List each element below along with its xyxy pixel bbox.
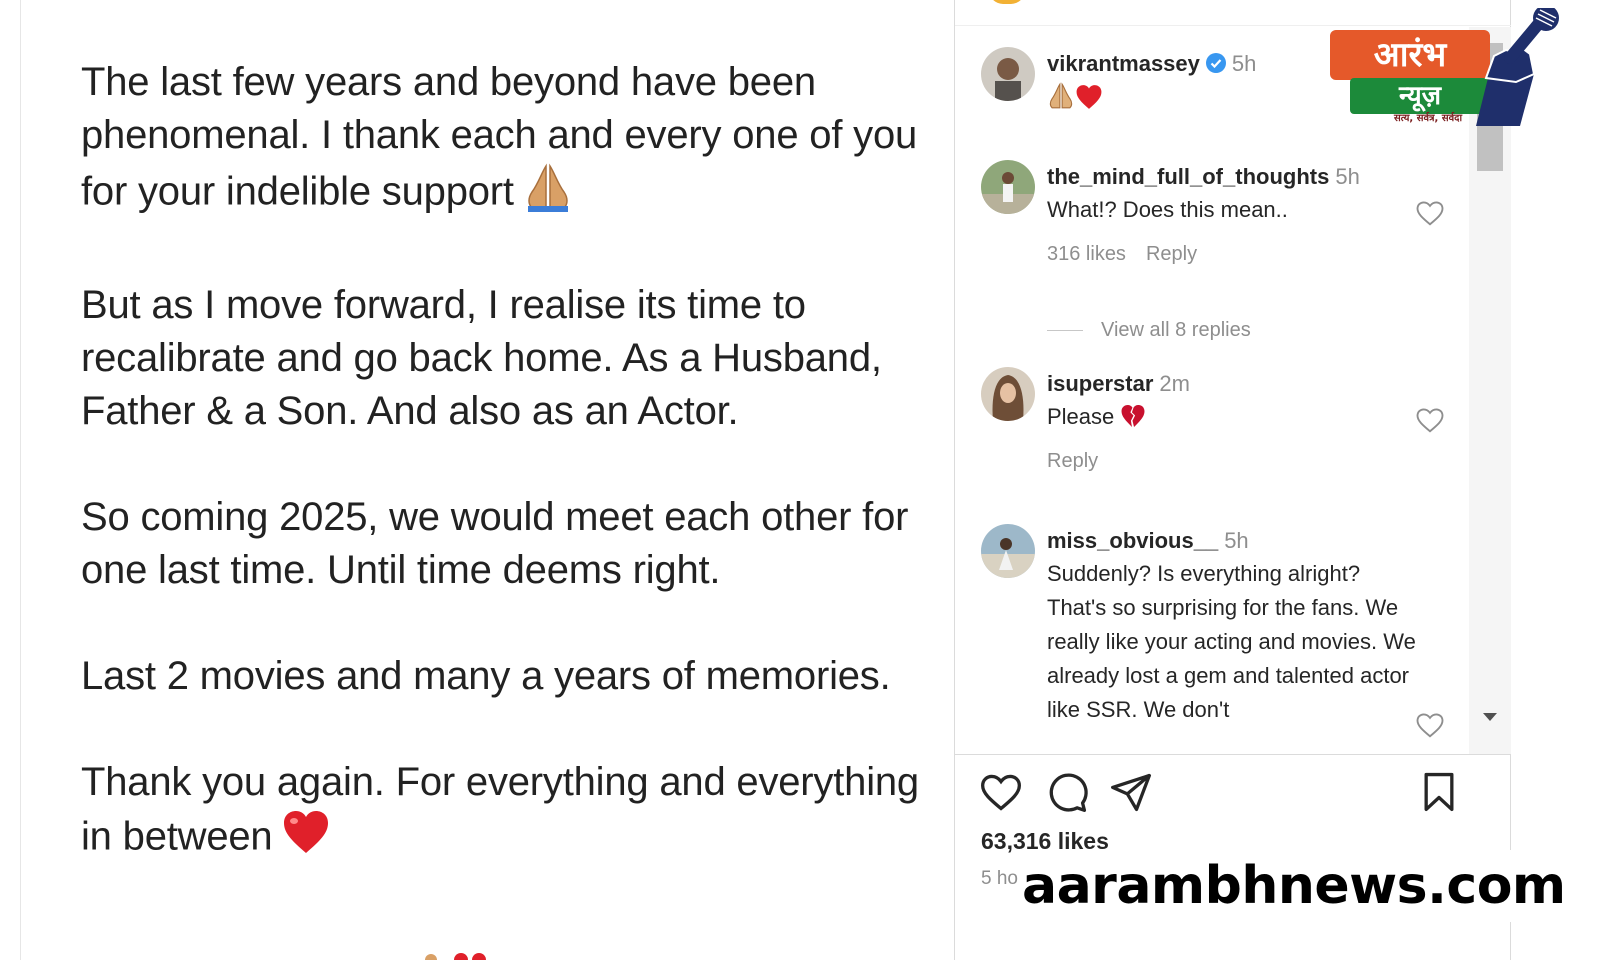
post-caption-text: The last few years and beyond have been … [81, 56, 941, 869]
avatar[interactable] [981, 47, 1035, 101]
reply-button[interactable]: Reply [1047, 450, 1098, 472]
like-heart-icon[interactable] [979, 770, 1023, 814]
bookmark-icon[interactable] [1417, 770, 1461, 814]
folded-hands-icon [1047, 82, 1075, 115]
comment-username[interactable]: miss_obvious__ [1047, 528, 1218, 553]
comment-body: isuperstar 2m Please Reply [1047, 367, 1447, 478]
post-image: The last few years and beyond have been … [20, 0, 955, 960]
aarambh-news-logo: आरंभ न्यूज़ सत्य, सर्वत्र, सर्वदा [1328, 8, 1560, 126]
action-bar [955, 760, 1511, 830]
post-paragraph-4: Last 2 movies and many a years of memori… [81, 654, 891, 698]
reply-button[interactable]: Reply [1146, 243, 1197, 265]
comment-meta: 316 likes Reply [1047, 238, 1447, 271]
comment-username[interactable]: isuperstar [1047, 371, 1153, 396]
comment-text: What!? Does this mean.. [1047, 197, 1288, 222]
post-paragraph-2: But as I move forward, I realise its tim… [81, 283, 882, 433]
comment-bubble-icon[interactable] [1045, 770, 1089, 814]
comment-text: Suddenly? Is everything alright? That's … [1047, 561, 1416, 722]
post-time: 5 ho [981, 868, 1018, 889]
red-heart-icon [1075, 85, 1103, 115]
verified-badge-icon [1205, 49, 1226, 73]
scroll-down-arrow-icon[interactable] [1481, 711, 1499, 723]
comments-scrollbar[interactable] [1469, 27, 1511, 754]
like-comment-heart-icon[interactable] [1415, 198, 1445, 228]
avatar[interactable] [981, 367, 1035, 421]
post-paragraph-1: The last few years and beyond have been … [81, 56, 941, 226]
comments-panel: vikrantmassey 5h the_mind_full_of_thought… [955, 0, 1511, 960]
screenshot: The last few years and beyond have been … [0, 0, 1600, 960]
comment-body: miss_obvious__ 5h Suddenly? Is everything… [1047, 524, 1447, 727]
comment-time: 2m [1159, 371, 1190, 396]
folded-hands-icon [524, 162, 572, 226]
share-send-icon[interactable] [1109, 770, 1153, 814]
comment-list[interactable]: vikrantmassey 5h the_mind_full_of_thought… [955, 27, 1511, 755]
comment-time: 5h [1231, 51, 1257, 76]
cut-off-emoji-row [425, 953, 486, 960]
comment-time: 5h [1224, 528, 1249, 553]
comment-body: the_mind_full_of_thoughts 5h What!? Does … [1047, 160, 1447, 271]
comment-time: 5h [1335, 164, 1360, 189]
comment-meta: Reply [1047, 445, 1447, 478]
avatar[interactable] [989, 0, 1025, 4]
like-comment-heart-icon[interactable] [1415, 405, 1445, 435]
broken-heart-icon [1120, 404, 1146, 429]
microphone-fist-icon [1476, 8, 1559, 126]
comment-likes[interactable]: 316 likes [1047, 243, 1126, 265]
site-watermark: aarambhnews.com [1018, 850, 1578, 922]
post-paragraph-5: Thank you again. For everything and ever… [81, 756, 941, 869]
red-heart-icon [282, 809, 330, 869]
comment-username[interactable]: the_mind_full_of_thoughts [1047, 164, 1329, 189]
comment-text: Please [1047, 404, 1115, 429]
like-comment-heart-icon[interactable] [1415, 710, 1445, 740]
view-replies-button[interactable]: View all 8 replies [1047, 319, 1251, 342]
post-paragraph-3: So coming 2025, we would meet each other… [81, 495, 909, 592]
avatar[interactable] [981, 160, 1035, 214]
comment-username[interactable]: vikrantmassey [1047, 51, 1200, 76]
avatar[interactable] [981, 524, 1035, 578]
